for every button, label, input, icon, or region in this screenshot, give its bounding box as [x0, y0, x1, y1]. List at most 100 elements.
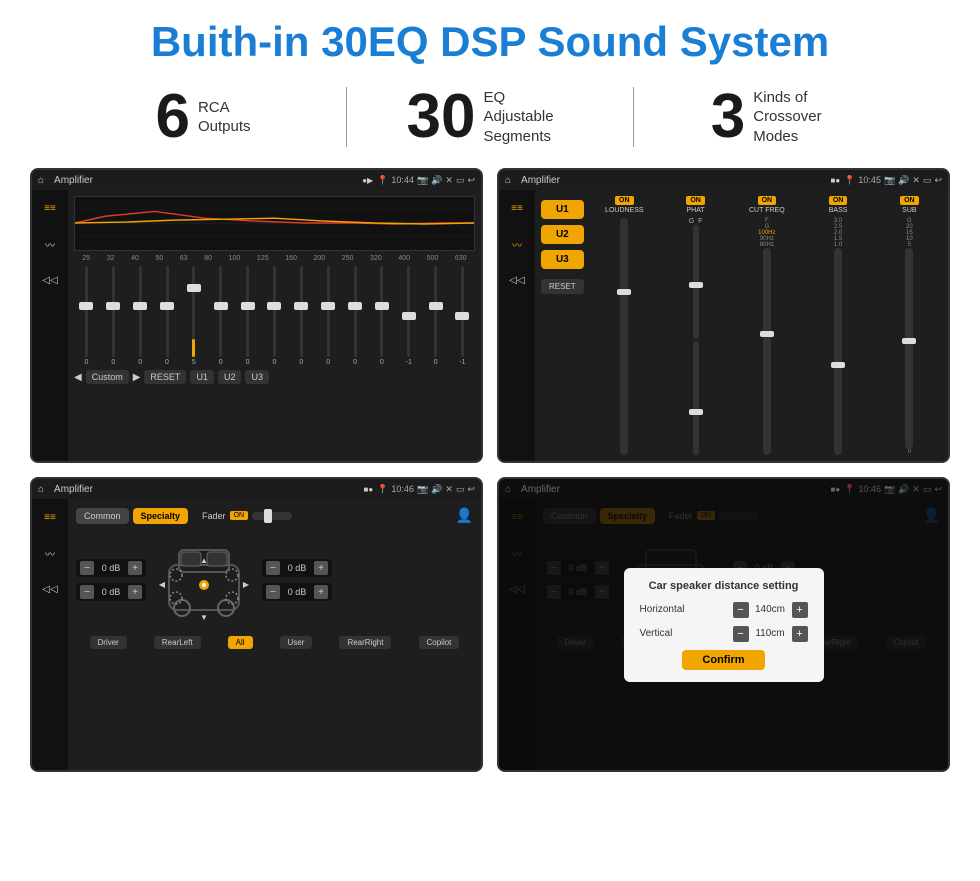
back-icon-crossover[interactable]: ↩: [934, 175, 942, 186]
tab-specialty[interactable]: Specialty: [133, 508, 189, 524]
db-plus-1[interactable]: +: [128, 585, 142, 599]
cutfreq-label: CUT FREQ: [749, 207, 785, 214]
fader-h-slider[interactable]: [252, 512, 292, 520]
footer-all[interactable]: All: [228, 636, 253, 649]
eq-band-13[interactable]: 0: [423, 266, 448, 366]
footer-rearleft[interactable]: RearLeft: [154, 636, 201, 649]
vertical-label: Vertical: [640, 628, 673, 639]
db-minus-0[interactable]: −: [80, 561, 94, 575]
confirm-button[interactable]: Confirm: [682, 650, 764, 670]
time-crossover: 10:45: [858, 175, 881, 185]
eq-band-1[interactable]: 0: [101, 266, 126, 366]
eq-band-12[interactable]: -1: [396, 266, 421, 366]
sidebar-crossover-speaker-icon[interactable]: ◁◁: [505, 270, 529, 290]
sidebar-speaker-icon[interactable]: ◁◁: [38, 270, 62, 290]
footer-copilot[interactable]: Copilot: [419, 636, 460, 649]
eq-next-button[interactable]: ▶: [133, 372, 141, 383]
sidebar-fader-wave-icon[interactable]: 〰: [38, 543, 62, 563]
fader-body: − 0 dB + − 0 dB +: [76, 530, 473, 630]
sidebar-wave-icon[interactable]: 〰: [38, 234, 62, 254]
phat-on-badge: ON: [686, 196, 705, 205]
eq-band-10[interactable]: 0: [343, 266, 368, 366]
footer-driver[interactable]: Driver: [90, 636, 127, 649]
eq-band-4[interactable]: 5: [181, 266, 206, 366]
footer-rearright[interactable]: RearRight: [339, 636, 391, 649]
eq-band-0[interactable]: 0: [74, 266, 99, 366]
preset-u1[interactable]: U1: [541, 200, 584, 219]
sidebar-eq-icon[interactable]: ≡≡: [38, 198, 62, 218]
eq-band-2[interactable]: 0: [128, 266, 153, 366]
cutfreq-slider[interactable]: [763, 248, 771, 455]
amp-content-eq: ≡≡ 〰 ◁◁: [32, 190, 481, 461]
bass-on-badge: ON: [829, 196, 848, 205]
eq-freq-labels: 2532405063 80100125160200 25032040050063…: [74, 255, 475, 262]
location-icon-fader: 📍: [377, 484, 388, 495]
sidebar-crossover-wave-icon[interactable]: 〰: [505, 234, 529, 254]
stat-number-rca: 6: [155, 86, 189, 148]
sidebar-fader-eq-icon[interactable]: ≡≡: [38, 507, 62, 527]
camera-icon-crossover: 📷: [884, 175, 895, 186]
sub-label: SUB: [902, 207, 916, 214]
db-minus-2[interactable]: −: [266, 561, 280, 575]
loudness-slider[interactable]: [620, 218, 628, 455]
fader-main: Common Specialty Fader ON 👤 −: [68, 499, 481, 770]
preset-u2[interactable]: U2: [541, 225, 584, 244]
cutfreq-on-badge: ON: [758, 196, 777, 205]
eq-band-3[interactable]: 0: [155, 266, 180, 366]
back-icon-fader[interactable]: ↩: [467, 484, 475, 495]
sidebar-crossover-eq-icon[interactable]: ≡≡: [505, 198, 529, 218]
bass-label: BASS: [829, 207, 848, 214]
eq-band-6[interactable]: 0: [235, 266, 260, 366]
sub-slider[interactable]: [905, 248, 913, 449]
eq-band-8[interactable]: 0: [289, 266, 314, 366]
preset-u3[interactable]: U3: [541, 250, 584, 269]
horizontal-plus[interactable]: +: [792, 602, 808, 618]
status-bar-fader: ⌂ Amplifier ■● 📍 10:46 📷 🔊 ✕ ▭ ↩: [32, 479, 481, 499]
db-minus-3[interactable]: −: [266, 585, 280, 599]
eq-u3-button[interactable]: U3: [245, 370, 269, 384]
eq-reset-button[interactable]: RESET: [144, 370, 186, 384]
eq-band-7[interactable]: 0: [262, 266, 287, 366]
page-title: Buith-in 30EQ DSP Sound System: [0, 0, 980, 76]
db-minus-1[interactable]: −: [80, 585, 94, 599]
status-title-crossover: Amplifier: [521, 175, 826, 186]
crossover-reset[interactable]: RESET: [541, 279, 584, 294]
status-icons-crossover: 📍 10:45 📷 🔊 ✕ ▭ ↩: [844, 175, 942, 186]
tab-common[interactable]: Common: [76, 508, 129, 524]
dialog-row-horizontal: Horizontal − 140cm +: [640, 602, 808, 618]
db-plus-0[interactable]: +: [128, 561, 142, 575]
camera-icon-eq: 📷: [417, 175, 428, 186]
sidebar-fader-speaker-icon[interactable]: ◁◁: [38, 579, 62, 599]
stats-row: 6 RCAOutputs 30 EQ AdjustableSegments 3 …: [0, 76, 980, 162]
db-plus-3[interactable]: +: [314, 585, 328, 599]
home-icon-fader[interactable]: ⌂: [38, 484, 44, 495]
horizontal-minus[interactable]: −: [733, 602, 749, 618]
horizontal-label: Horizontal: [640, 604, 685, 615]
phat-slider2[interactable]: [693, 341, 699, 455]
home-icon-crossover[interactable]: ⌂: [505, 175, 511, 186]
dialog-row-vertical: Vertical − 110cm +: [640, 626, 808, 642]
user-icon[interactable]: 👤: [456, 507, 473, 524]
time-fader: 10:46: [391, 484, 414, 494]
db-plus-2[interactable]: +: [314, 561, 328, 575]
time-eq: 10:44: [391, 175, 414, 185]
vertical-plus[interactable]: +: [792, 626, 808, 642]
back-icon-eq[interactable]: ↩: [467, 175, 475, 186]
eq-band-9[interactable]: 0: [316, 266, 341, 366]
home-icon-eq[interactable]: ⌂: [38, 175, 44, 186]
db-val-0: 0 dB: [97, 563, 125, 573]
screenshots-grid: ⌂ Amplifier ●▶ 📍 10:44 📷 🔊 ✕ ▭ ↩ ≡≡ 〰 ◁◁: [0, 162, 980, 782]
phat-slider[interactable]: [693, 225, 699, 339]
vertical-minus[interactable]: −: [733, 626, 749, 642]
eq-band-11[interactable]: 0: [369, 266, 394, 366]
bass-slider[interactable]: [834, 248, 842, 455]
eq-u1-button[interactable]: U1: [190, 370, 214, 384]
eq-band-14[interactable]: -1: [450, 266, 475, 366]
horizontal-value: 140cm: [753, 604, 788, 615]
battery-icon-crossover: ▭: [923, 175, 932, 186]
eq-band-5[interactable]: 0: [208, 266, 233, 366]
eq-prev-button[interactable]: ◀: [74, 372, 82, 383]
stat-crossover: 3 Kinds ofCrossover Modes: [634, 86, 920, 148]
eq-u2-button[interactable]: U2: [218, 370, 242, 384]
footer-user[interactable]: User: [280, 636, 313, 649]
